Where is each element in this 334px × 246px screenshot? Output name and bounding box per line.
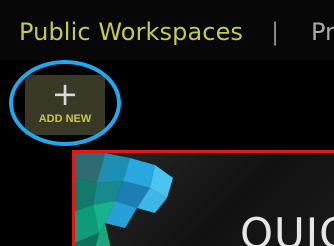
nav-separator: | [271, 18, 280, 46]
card-title: QUIC [240, 209, 334, 246]
add-new-button[interactable]: + ADD NEW [25, 75, 105, 135]
top-nav-bar: Public Workspaces | Pr [0, 0, 334, 60]
plus-icon: + [51, 75, 79, 113]
nav-title-public-workspaces[interactable]: Public Workspaces [19, 18, 243, 46]
card-polygon-art [75, 153, 173, 246]
add-new-label: ADD NEW [38, 113, 92, 125]
nav-item-next[interactable]: Pr [311, 18, 334, 46]
workspace-card[interactable]: QUIC [72, 150, 334, 246]
